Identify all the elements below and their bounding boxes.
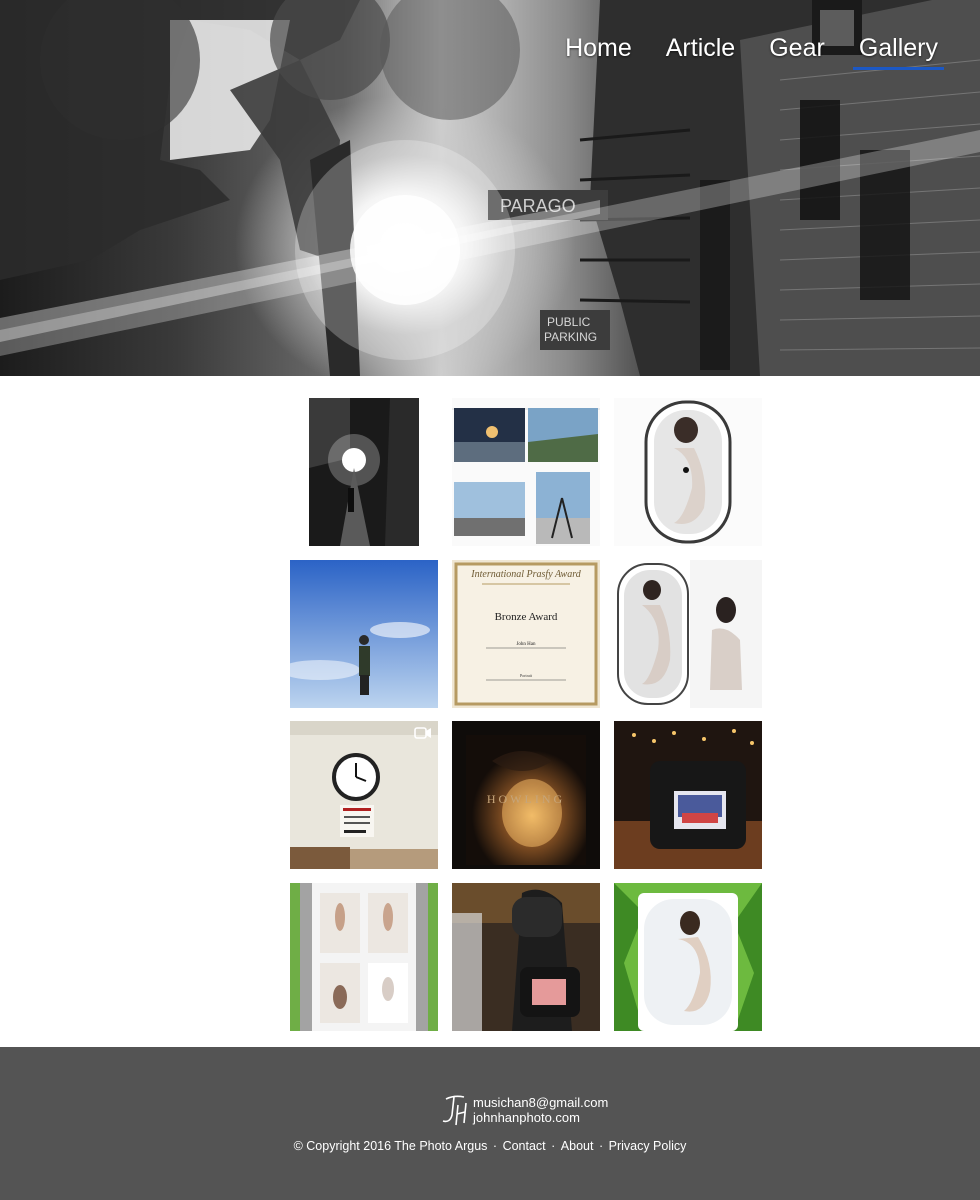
bathtub-green-photo[interactable] [614,883,762,1031]
bathtub-diptych-photo[interactable] [614,560,762,708]
nav-item-gallery[interactable]: Gallery [852,34,945,70]
sky-man-photo[interactable] [290,560,438,708]
nav-item-gear[interactable]: Gear [769,34,825,67]
site-footer: musichan8@gmail.com johnhanphoto.com © C… [0,1047,980,1200]
public-sign: PUBLIC [547,315,591,329]
separator-dot: · [598,1139,604,1153]
camera-bar-photo[interactable] [614,721,762,869]
video-camera-icon [414,727,431,739]
award-certificate-photo[interactable]: International Prasfy Award Bronze Award … [452,560,600,708]
model-grid-photo[interactable] [290,883,438,1031]
nav-item-home[interactable]: Home [565,34,632,67]
main-nav: Home Article Gear Gallery [531,34,945,70]
bathtub-portrait-photo[interactable] [614,398,762,546]
footer-website[interactable]: johnhanphoto.com [473,1110,608,1125]
nav-item-article[interactable]: Article [666,34,735,67]
separator-dot: · [551,1139,556,1153]
footer-email[interactable]: musichan8@gmail.com [473,1095,608,1110]
camera-crowd-photo[interactable] [452,883,600,1031]
clock-wall-video[interactable] [290,721,438,869]
footer-links: © Copyright 2016 The Photo Argus · Conta… [0,1139,980,1153]
award-name: Bronze Award [495,611,558,623]
poster-title: HOWLING [487,792,565,806]
howling-poster-photo[interactable]: HOWLING [452,721,600,869]
alley-night-photo[interactable] [290,398,438,546]
hero-banner: PARAGO PUBLIC PARKING Home Article Gear … [0,0,980,376]
tripod-collage-photo[interactable] [452,398,600,546]
award-title: International Prasfy Award [470,569,581,580]
parking-sign: PARKING [544,330,597,344]
footer-link-privacy[interactable]: Privacy Policy [609,1139,687,1153]
jh-logo [442,1095,467,1126]
footer-link-about[interactable]: About [561,1139,594,1153]
separator-dot: · [492,1139,498,1153]
footer-link-contact[interactable]: Contact [503,1139,546,1153]
award-recipient: John Han [516,642,536,647]
footer-contact: musichan8@gmail.com johnhanphoto.com [440,1093,608,1127]
copyright-text: © Copyright 2016 The Photo Argus [293,1139,488,1153]
award-category: Portrait [520,673,533,678]
